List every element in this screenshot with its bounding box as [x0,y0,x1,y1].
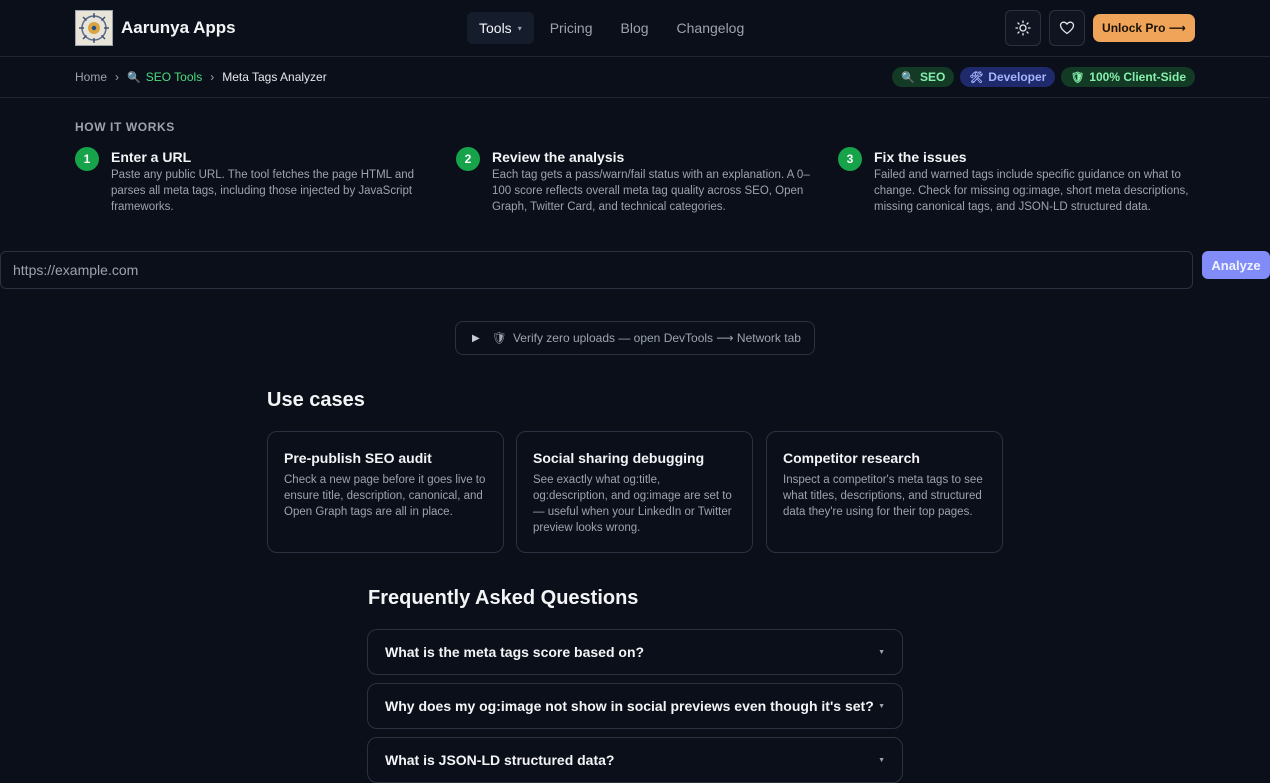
nav-pricing[interactable]: Pricing [538,12,605,44]
faq-item[interactable]: What is JSON-LD structured data? ▼ [367,737,903,783]
faq-item[interactable]: What is the meta tags score based on? ▼ [367,629,903,675]
brand-name: Aarunya Apps [121,18,236,37]
breadcrumb-seo-tools-link[interactable]: 🔍 SEO Tools [127,70,202,84]
play-icon: ▶ [472,332,480,344]
badge-label: 100% Client-Side [1089,70,1186,84]
search-icon: 🔍 [127,71,141,84]
step-description: Each tag gets a pass/warn/fail status wi… [492,169,810,213]
step-title: Enter a URL [111,149,192,165]
breadcrumb-separator: › [210,70,215,84]
unlock-pro-button[interactable]: Unlock Pro ⟶ [1093,14,1195,42]
shield-icon: 🛡 [1070,71,1085,84]
breadcrumb-seo-tools-label: SEO Tools [145,70,203,84]
use-case-title: Pre-publish SEO audit [284,450,432,466]
step-number: 3 [838,147,862,171]
brand-logo-icon [75,10,113,46]
breadcrumb-home-link[interactable]: Home [75,70,107,84]
nav-blog[interactable]: Blog [609,12,661,44]
faq-item[interactable]: Why does my og:image not show in social … [367,683,903,729]
chevron-down-icon: ▼ [878,702,885,710]
brand-logo-link[interactable]: Aarunya Apps [75,10,236,46]
faq-question: What is the meta tags score based on? [385,644,645,660]
verify-zero-uploads-toggle[interactable]: ▶ 🛡 Verify zero uploads — open DevTools … [455,321,815,355]
nav-changelog[interactable]: Changelog [665,12,757,44]
chevron-down-icon: ▼ [878,756,885,764]
use-case-text: Check a new page before it goes live to … [284,474,486,518]
use-case-card: Pre-publish SEO audit Check a new page b… [267,431,504,553]
chevron-down-icon: ▾ [517,23,522,33]
analyze-button[interactable]: Analyze [1202,251,1270,279]
step-description: Paste any public URL. The tool fetches t… [111,169,415,213]
use-case-title: Competitor research [783,450,920,466]
step-number: 2 [456,147,480,171]
use-case-text: See exactly what og:title, og:descriptio… [533,474,732,534]
chevron-down-icon: ▼ [878,648,885,656]
faq-heading: Frequently Asked Questions [368,587,639,609]
favorite-button[interactable] [1049,10,1085,46]
use-case-card: Social sharing debugging See exactly wha… [516,431,753,553]
heart-icon [1059,21,1075,35]
faq-question: Why does my og:image not show in social … [385,698,874,714]
nav-tools[interactable]: Tools ▾ [467,12,534,44]
breadcrumb-current: Meta Tags Analyzer [222,70,327,84]
tools-icon: 🛠 [969,71,984,84]
verify-label: Verify zero uploads — open DevTools ⟶ Ne… [512,331,801,345]
shield-icon: 🛡 [491,331,507,345]
breadcrumb: Home › 🔍 SEO Tools › Meta Tags Analyzer [75,70,327,84]
use-cases-heading: Use cases [267,389,365,411]
badge-client-side: 🛡 100% Client-Side [1061,67,1195,87]
use-case-text: Inspect a competitor's meta tags to see … [783,474,983,518]
theme-toggle-button[interactable] [1005,10,1041,46]
breadcrumb-separator: › [115,70,120,84]
top-header: Aarunya Apps Tools ▾ Pricing Blog Change… [0,0,1270,57]
badge-label: SEO [919,70,946,84]
badge-label: Developer [988,70,1047,84]
sun-icon [1015,20,1031,36]
main-nav: Tools ▾ Pricing Blog Changelog [467,12,760,44]
nav-tools-label: Tools [479,20,512,36]
url-input[interactable] [0,251,1193,289]
how-it-works-heading: HOW IT WORKS [75,120,175,134]
use-case-card: Competitor research Inspect a competitor… [766,431,1003,553]
search-icon: 🔍 [901,71,915,84]
tool-badges: 🔍 SEO 🛠 Developer 🛡 100% Client-Side [886,67,1195,87]
step-title: Fix the issues [874,149,967,165]
step-number: 1 [75,147,99,171]
step-description: Failed and warned tags include specific … [874,169,1189,213]
step-title: Review the analysis [492,149,625,165]
faq-question: What is JSON-LD structured data? [385,752,615,768]
badge-developer: 🛠 Developer [960,67,1056,87]
use-case-title: Social sharing debugging [533,450,705,466]
breadcrumb-bar: Home › 🔍 SEO Tools › Meta Tags Analyzer … [0,57,1270,98]
badge-seo: 🔍 SEO [892,67,955,87]
